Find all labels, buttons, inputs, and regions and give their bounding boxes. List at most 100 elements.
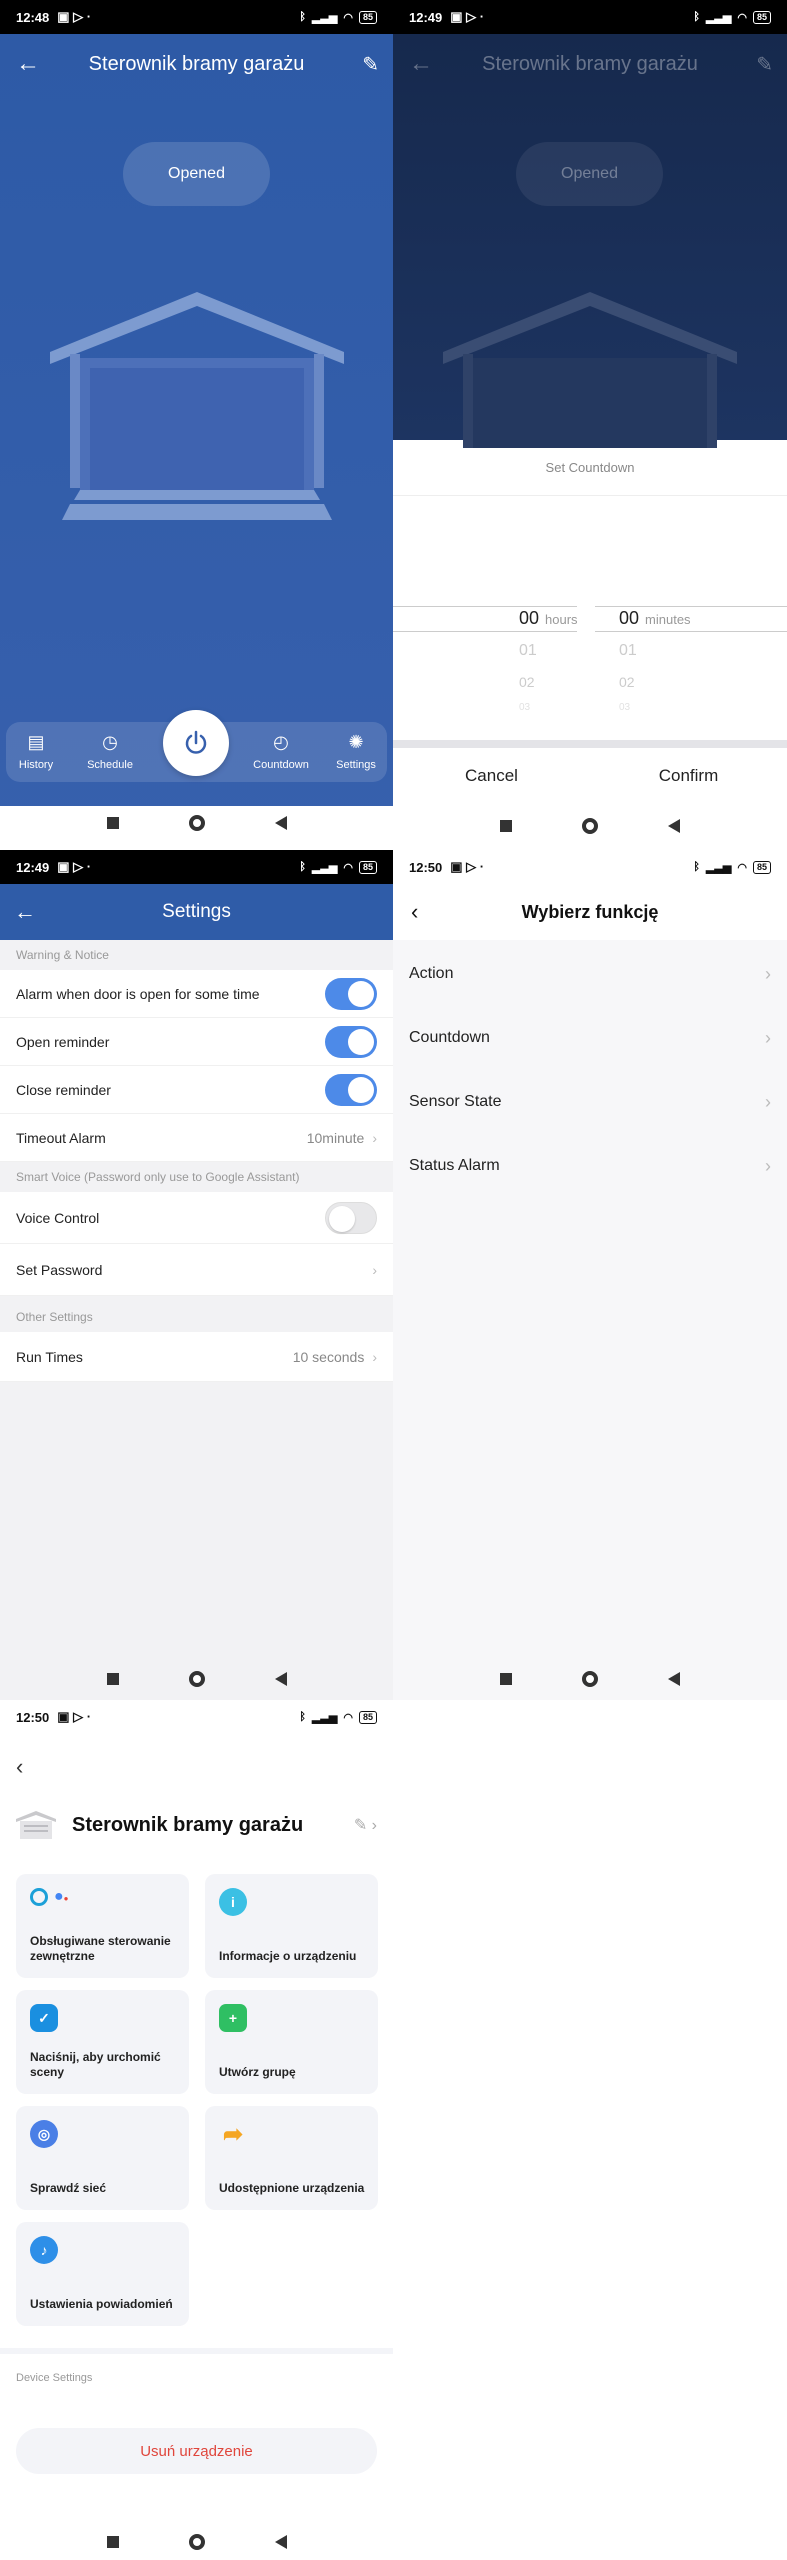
function-item-countdown[interactable]: Countdown › (393, 1006, 787, 1070)
function-item-sensor-state[interactable]: Sensor State › (393, 1070, 787, 1134)
remove-device-button[interactable]: Usuń urządzenie (16, 2428, 377, 2474)
status-bar: 12:50 ▣ ▷ · ᛒ ▂▃▅ ◠ 85 (393, 850, 787, 884)
recents-button[interactable] (500, 820, 512, 832)
history-button[interactable]: ▤ History (6, 732, 66, 771)
bluetooth-icon: ᛒ (299, 1711, 306, 1723)
page-title: Wybierz funkcję (521, 901, 659, 922)
minutes-option[interactable]: 03 (619, 702, 630, 713)
edit-pencil-icon[interactable]: ✎ (362, 52, 379, 77)
chevron-right-icon: › (372, 1129, 377, 1146)
minutes-option[interactable]: 01 (619, 642, 637, 660)
settings-button[interactable]: ✺ Settings (326, 732, 386, 771)
power-icon (185, 730, 207, 754)
card-check-network[interactable]: ◎ Sprawdź sieć (16, 2106, 189, 2210)
system-back-button[interactable] (274, 1672, 287, 1686)
countdown-dialog-screen: 12:49 ▣ ▷ · ᛒ ▂▃▅ ◠ 85 ← Sterownik bramy… (393, 0, 787, 840)
card-label: Utwórz grupę (219, 2065, 296, 2079)
power-button[interactable] (163, 710, 229, 776)
status-bar: 12:48 ▣ ▷ · ᛒ ▂▃▅ ◠ 85 (0, 0, 393, 34)
assistant-icons: ●● (30, 1888, 175, 1906)
voice-control-toggle[interactable] (325, 1201, 377, 1234)
settings-label: Settings (336, 759, 376, 771)
device-details-screen: 12:50 ▣ ▷ · ᛒ ▂▃▅ ◠ 85 ‹ Sterownik bramy… (0, 1700, 393, 2560)
system-back-button[interactable] (274, 2535, 287, 2549)
card-external-control[interactable]: ●● Obsługiwane sterowanie zewnętrzne (16, 1874, 189, 1978)
sheet-divider (393, 740, 787, 748)
device-header: Sterownik bramy garażu ✎ › (16, 1800, 377, 1850)
section-divider (0, 2348, 393, 2354)
notification-icons: ▣ ▷ · (57, 1709, 92, 1724)
home-button[interactable] (188, 1671, 205, 1687)
section-header: Smart Voice (Password only use to Google… (16, 1170, 300, 1184)
set-password-row[interactable]: Set Password › (0, 1244, 393, 1296)
home-button[interactable] (188, 2534, 205, 2550)
card-create-group[interactable]: + Utwórz grupę (205, 1990, 378, 2094)
system-icons: ᛒ ▂▃▅ ◠ 85 (299, 860, 377, 874)
back-arrow-icon: ← (409, 50, 433, 77)
open-reminder-row: Open reminder (0, 1018, 393, 1066)
history-icon: ▤ (27, 732, 45, 752)
card-notification-settings[interactable]: ♪ Ustawienia powiadomień (16, 2222, 189, 2326)
status-bar: 12:49 ▣ ▷ · ᛒ ▂▃▅ ◠ 85 (0, 850, 393, 884)
main-control-screen: 12:48 ▣ ▷ · ᛒ ▂▃▅ ◠ 85 ← Sterownik bramy… (0, 0, 393, 840)
function-item-status-alarm[interactable]: Status Alarm › (393, 1134, 787, 1198)
system-back-button[interactable] (274, 816, 287, 830)
recents-button[interactable] (500, 1673, 512, 1685)
confirm-button[interactable]: Confirm (590, 756, 787, 796)
recents-button[interactable] (106, 817, 119, 829)
run-times-row[interactable]: Run Times 10 seconds › (0, 1332, 393, 1382)
system-icons: ᛒ ▂▃▅ ◠ 85 (299, 10, 377, 24)
edit-pencil-icon[interactable]: ✎ › (354, 1815, 377, 1835)
signal-icon: ▂▃▅ (311, 1711, 338, 1724)
gear-icon: ✺ (348, 732, 364, 752)
function-label: Sensor State (409, 1093, 502, 1110)
home-button[interactable] (582, 1671, 598, 1687)
countdown-button[interactable]: ◴ Countdown (251, 732, 311, 771)
edit-pencil-icon: ✎ (756, 53, 773, 76)
row-label: Close reminder (16, 1081, 111, 1098)
back-arrow-icon[interactable]: ← (16, 50, 40, 78)
wifi-icon: ◠ (343, 11, 353, 24)
timeout-alarm-row[interactable]: Timeout Alarm 10minute › (0, 1114, 393, 1162)
back-chevron-icon[interactable]: ‹ (16, 1754, 23, 1780)
back-arrow-icon[interactable]: ← (14, 899, 36, 925)
back-chevron-icon[interactable]: ‹ (411, 899, 418, 925)
hours-unit: hours (545, 612, 578, 627)
wifi-icon: ◠ (737, 11, 747, 24)
battery-icon: 85 (752, 860, 771, 874)
hours-option[interactable]: 01 (519, 642, 537, 660)
wifi-icon: ◠ (343, 861, 353, 874)
system-back-button[interactable] (668, 1672, 680, 1686)
hours-option[interactable]: 02 (519, 674, 535, 690)
home-button[interactable] (188, 815, 205, 831)
recents-button[interactable] (106, 2536, 119, 2548)
screenshot-collage: 12:48 ▣ ▷ · ᛒ ▂▃▅ ◠ 85 ← Sterownik bramy… (0, 0, 787, 2560)
alexa-icon (30, 1888, 48, 1906)
recents-button[interactable] (106, 1673, 119, 1685)
card-shared-devices[interactable]: ➦ Udostępnione urządzenia (205, 2106, 378, 2210)
minutes-option[interactable]: 02 (619, 674, 635, 690)
function-item-action[interactable]: Action › (393, 942, 787, 1006)
minutes-picker[interactable]: 00 minutes (619, 608, 691, 629)
hours-picker[interactable]: 00 hours (519, 608, 578, 629)
card-scenes[interactable]: ✓ Naciśnij, aby urchomić sceny (16, 1990, 189, 2094)
system-icons: ᛒ ▂▃▅ ◠ 85 (693, 10, 771, 24)
clock-icon: ◷ (102, 732, 118, 752)
system-back-button[interactable] (668, 819, 680, 833)
section-header: Warning & Notice (16, 948, 109, 962)
home-button[interactable] (582, 818, 598, 834)
notification-icons: ▣ ▷ · (57, 859, 92, 874)
function-label: Countdown (409, 1029, 490, 1046)
door-state-badge: Opened (516, 142, 663, 206)
status-time: 12:49 (409, 9, 443, 25)
bell-icon: ♪ (30, 2236, 58, 2264)
signal-icon: ▂▃▅ (311, 11, 338, 24)
close-reminder-toggle[interactable] (325, 1073, 377, 1106)
hours-option[interactable]: 03 (519, 702, 530, 713)
open-reminder-toggle[interactable] (325, 1025, 377, 1058)
schedule-button[interactable]: ◷ Schedule (80, 732, 140, 771)
garage-device-icon (16, 1811, 56, 1839)
cancel-button[interactable]: Cancel (393, 756, 590, 796)
card-device-info[interactable]: i Informacje o urządzeniu (205, 1874, 378, 1978)
alarm-open-toggle[interactable] (325, 977, 377, 1010)
